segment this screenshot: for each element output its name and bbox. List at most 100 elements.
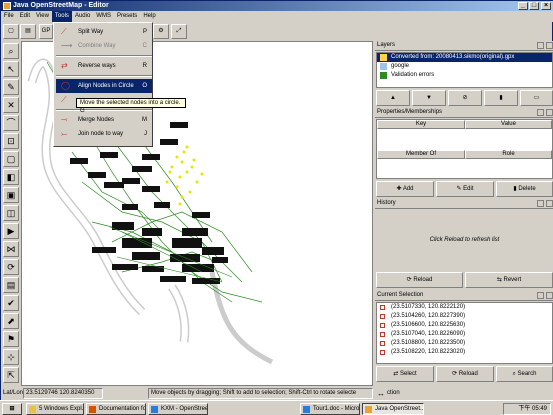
- delete-button[interactable]: ▮ Delete: [496, 181, 553, 197]
- toggle-visibility-icon[interactable]: ⊘: [448, 90, 482, 106]
- zoom-icon[interactable]: ⌕: [3, 43, 19, 59]
- menu-help[interactable]: Help: [140, 11, 158, 22]
- move-up-icon[interactable]: ▲: [376, 90, 410, 106]
- title-bar[interactable]: Java OpenStreetMap - Editor _ □ ×: [1, 1, 553, 11]
- start-button[interactable]: ⊞: [2, 403, 22, 415]
- extrude-icon[interactable]: ⊡: [3, 133, 19, 149]
- layer-item[interactable]: google: [377, 62, 552, 71]
- menu-presets[interactable]: Presets: [114, 11, 140, 22]
- menu-item-merge-nodes[interactable]: ⤙ Merge Nodes M: [56, 113, 152, 127]
- left-toolbar: ⌕ ↖ ✎ ✕ ⌒ ⊡ ▢ ◧ ▣ ◫ ▶ ⋈ ⟳ ▤ ✔ ⬈ ⚑ ⊹ ⇱: [1, 41, 21, 386]
- image-icon[interactable]: ▣: [3, 187, 19, 203]
- delete-mode-icon[interactable]: ✕: [3, 97, 19, 113]
- walking-icon[interactable]: ⚑: [3, 331, 19, 347]
- gps-icon[interactable]: ⇱: [3, 367, 19, 383]
- delete-layer-icon[interactable]: ▮: [484, 90, 518, 106]
- reload-history-button[interactable]: ⟳ Reload: [376, 272, 463, 288]
- properties-minimize-button[interactable]: [537, 109, 544, 116]
- selection-item[interactable]: (23.5107330, 120.8222120): [377, 303, 552, 312]
- select-icon: ⇄: [393, 371, 400, 377]
- layer-icon[interactable]: ◧: [3, 169, 19, 185]
- edit-button[interactable]: ✎ Edit: [436, 181, 494, 197]
- task-icon: [365, 406, 372, 413]
- taskbar-task[interactable]: Documentation fo...: [86, 403, 146, 415]
- align-icon[interactable]: ⋈: [3, 241, 19, 257]
- add-label: Add: [402, 186, 414, 192]
- move-down-icon[interactable]: ▼: [412, 90, 446, 106]
- menu-view[interactable]: View: [33, 11, 52, 22]
- history-message: Click Reload to refresh list: [429, 237, 500, 243]
- selection-minimize-button[interactable]: [537, 292, 544, 299]
- selection-buttons: ⇄ Select ⟳ Reload ⌕ Search: [376, 365, 553, 383]
- layer-label: Validation errors: [391, 72, 435, 78]
- select-button[interactable]: ⇄ Select: [376, 366, 434, 382]
- selection-item[interactable]: (23.5106600, 120.8225630): [377, 321, 552, 330]
- selection-close-button[interactable]: [546, 292, 553, 299]
- value-column-header[interactable]: Value: [465, 120, 552, 129]
- validator-icon[interactable]: ⬈: [3, 313, 19, 329]
- menu-separator: [56, 109, 152, 111]
- selection-item[interactable]: (23.5107040, 120.8226090): [377, 330, 552, 339]
- key-column-header[interactable]: Key: [377, 120, 465, 129]
- selection-item[interactable]: (23.5104260, 120.8227390): [377, 312, 552, 321]
- member-of-column-header[interactable]: Member Of: [377, 150, 465, 159]
- menu-tools[interactable]: Tools: [51, 11, 72, 22]
- properties-title: Properties/Memberships: [377, 109, 443, 115]
- search-button[interactable]: ⌕ Search: [496, 366, 553, 382]
- merge-layer-icon[interactable]: ▭: [520, 90, 553, 106]
- select-label: Select: [400, 371, 417, 377]
- menu-wms[interactable]: WMS: [93, 11, 114, 22]
- selection-item[interactable]: (23.5108800, 120.8223500): [377, 339, 552, 348]
- preferences-icon[interactable]: ⚙: [153, 24, 169, 39]
- history-close-button[interactable]: [546, 200, 553, 207]
- menu-item-combine-way[interactable]: ⟿ Combine Way C: [56, 39, 152, 53]
- taskbar-task[interactable]: Java OpenStreet...: [362, 403, 424, 415]
- close-button[interactable]: ×: [541, 2, 551, 10]
- revert-icon: ⇆: [496, 277, 504, 283]
- menu-file[interactable]: File: [1, 11, 17, 22]
- status-hint: Move objects by dragging; Shift to add t…: [148, 388, 373, 399]
- menu-item-reverse-ways[interactable]: ⇄ Reverse ways R: [56, 59, 152, 73]
- play-icon[interactable]: ▶: [3, 223, 19, 239]
- menu-item-label: Join node to way: [78, 131, 124, 137]
- add-button[interactable]: ✚ Add: [376, 181, 434, 197]
- menu-edit[interactable]: Edit: [17, 11, 33, 22]
- history-minimize-button[interactable]: [537, 200, 544, 207]
- layers-minimize-button[interactable]: [537, 42, 544, 49]
- role-column-header[interactable]: Role: [465, 150, 552, 159]
- menu-item-align-nodes-in-circle[interactable]: ◯ Align Nodes in Circle O: [56, 79, 152, 93]
- measure-icon[interactable]: ▢: [3, 151, 19, 167]
- menu-item-split-way[interactable]: ⟋ Split Way P: [56, 25, 152, 39]
- taskbar-task[interactable]: Tour1.doc - Micro...: [300, 403, 360, 415]
- rotate-icon[interactable]: ⟳: [3, 259, 19, 275]
- taskbar-task[interactable]: KXM - OpenStree...: [148, 403, 208, 415]
- app-window: Java OpenStreetMap - Editor _ □ × File Ed…: [0, 0, 553, 401]
- check-icon[interactable]: ✔: [3, 295, 19, 311]
- revert-button[interactable]: ⇆ Revert: [465, 272, 553, 288]
- open-icon[interactable]: ▤: [20, 24, 36, 39]
- new-icon[interactable]: ▢: [3, 24, 19, 39]
- draw-icon[interactable]: ✎: [3, 79, 19, 95]
- menu-item-accelerator: P: [142, 29, 147, 35]
- menu-audio[interactable]: Audio: [72, 11, 93, 22]
- gpx-layer-icon: [380, 54, 387, 61]
- select-icon[interactable]: ↖: [3, 61, 19, 77]
- layers-close-button[interactable]: [546, 42, 553, 49]
- taskbar-task[interactable]: 5 Windows Expl...: [26, 403, 84, 415]
- reload-selection-button[interactable]: ⟳ Reload: [436, 366, 494, 382]
- selection-item[interactable]: (23.5108220, 120.8223020): [377, 348, 552, 357]
- gps-button[interactable]: GP: [39, 24, 53, 39]
- snap-icon[interactable]: ⊹: [3, 349, 19, 365]
- menu-item-join-node-to-way[interactable]: ⤚ Join node to way J: [56, 127, 152, 141]
- layer-item[interactable]: Validation errors: [377, 71, 552, 80]
- reload-selection-label: Reload: [458, 371, 478, 377]
- audio-icon[interactable]: ◫: [3, 205, 19, 221]
- maximize-button[interactable]: □: [529, 2, 539, 10]
- search-label: Search: [517, 371, 537, 377]
- properties-close-button[interactable]: [546, 109, 553, 116]
- minimize-button[interactable]: _: [518, 2, 528, 10]
- lasso-icon[interactable]: ⌒: [3, 115, 19, 131]
- fullscreen-icon[interactable]: ⤢: [171, 24, 187, 39]
- node-icon[interactable]: ▤: [3, 277, 19, 293]
- layer-item[interactable]: Converted from: 20080413.sikmo(original)…: [377, 53, 552, 62]
